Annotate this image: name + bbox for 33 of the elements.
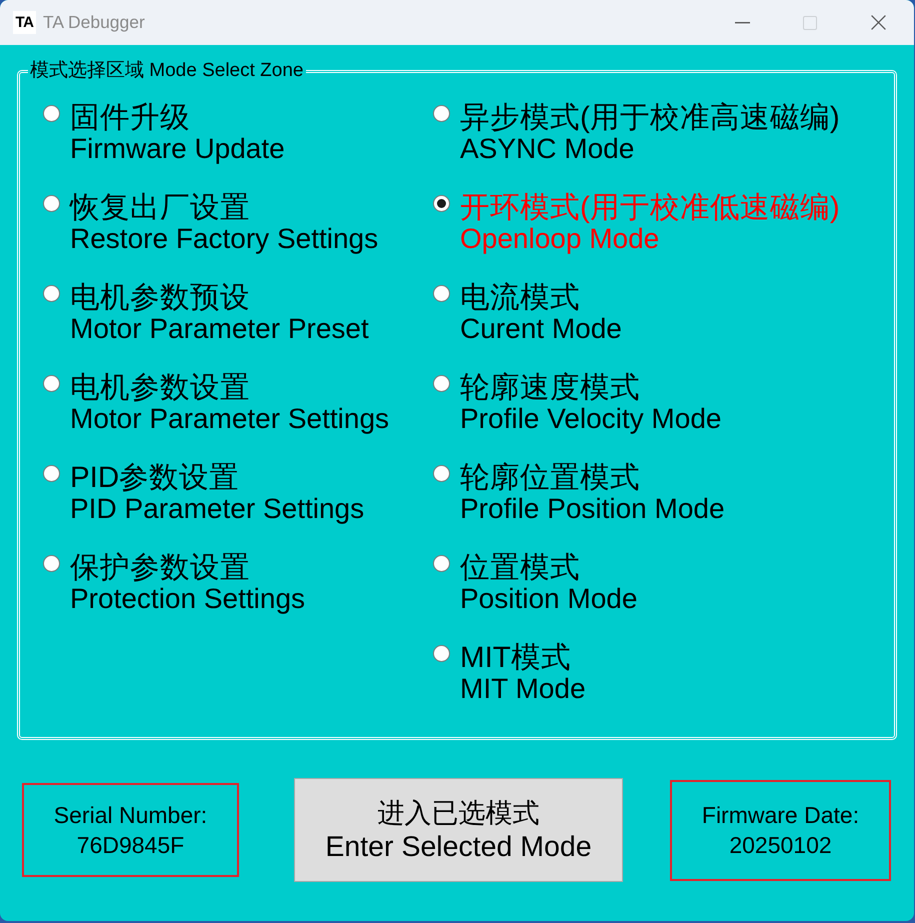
enter-mode-button[interactable]: 进入已选模式 Enter Selected Mode (294, 778, 623, 882)
mode-radio-option[interactable]: 保护参数设置 Protection Settings (43, 552, 306, 614)
radio-icon[interactable] (43, 555, 60, 572)
mode-radio-option[interactable]: 轮廓速度模式 Profile Velocity Mode (433, 372, 722, 434)
mode-radio-option[interactable]: MIT模式 MIT Mode (433, 642, 586, 704)
mode-radio-option[interactable]: PID参数设置 PID Parameter Settings (43, 462, 364, 524)
radio-icon[interactable] (43, 105, 60, 122)
radio-icon[interactable] (433, 555, 450, 572)
radio-icon[interactable] (43, 285, 60, 302)
window-title: TA Debugger (43, 12, 145, 33)
serial-number-value: 76D9845F (76, 831, 184, 860)
radio-icon[interactable] (433, 105, 450, 122)
radio-icon[interactable] (433, 465, 450, 482)
app-logo: TA (13, 11, 36, 34)
mode-radio-option[interactable]: 电机参数设置 Motor Parameter Settings (43, 372, 390, 434)
firmware-date-value: 20250102 (729, 831, 832, 860)
mode-radio-option[interactable]: 电流模式 Curent Mode (433, 282, 622, 344)
radio-icon[interactable] (43, 195, 60, 212)
mode-radio-option[interactable]: 固件升级 Firmware Update (43, 102, 285, 164)
mode-radio-option[interactable]: 恢复出厂设置 Restore Factory Settings (43, 192, 378, 254)
mode-radio-option[interactable]: 位置模式 Position Mode (433, 552, 638, 614)
mode-radio-option[interactable]: 电机参数预设 Motor Parameter Preset (43, 282, 369, 344)
mode-radio-option[interactable]: 轮廓位置模式 Profile Position Mode (433, 462, 725, 524)
radio-icon[interactable] (433, 375, 450, 392)
serial-number-label: Serial Number: (54, 801, 208, 830)
mode-radio-option[interactable]: 异步模式(用于校准高速磁编) ASYNC Mode (433, 102, 840, 164)
group-title: 模式选择区域 Mode Select Zone (29, 61, 304, 81)
radio-icon[interactable] (433, 285, 450, 302)
radio-icon[interactable] (43, 465, 60, 482)
radio-icon[interactable] (433, 195, 450, 212)
radio-icon[interactable] (433, 645, 450, 662)
radio-icon[interactable] (43, 375, 60, 392)
firmware-date-label: Firmware Date: (702, 801, 860, 830)
